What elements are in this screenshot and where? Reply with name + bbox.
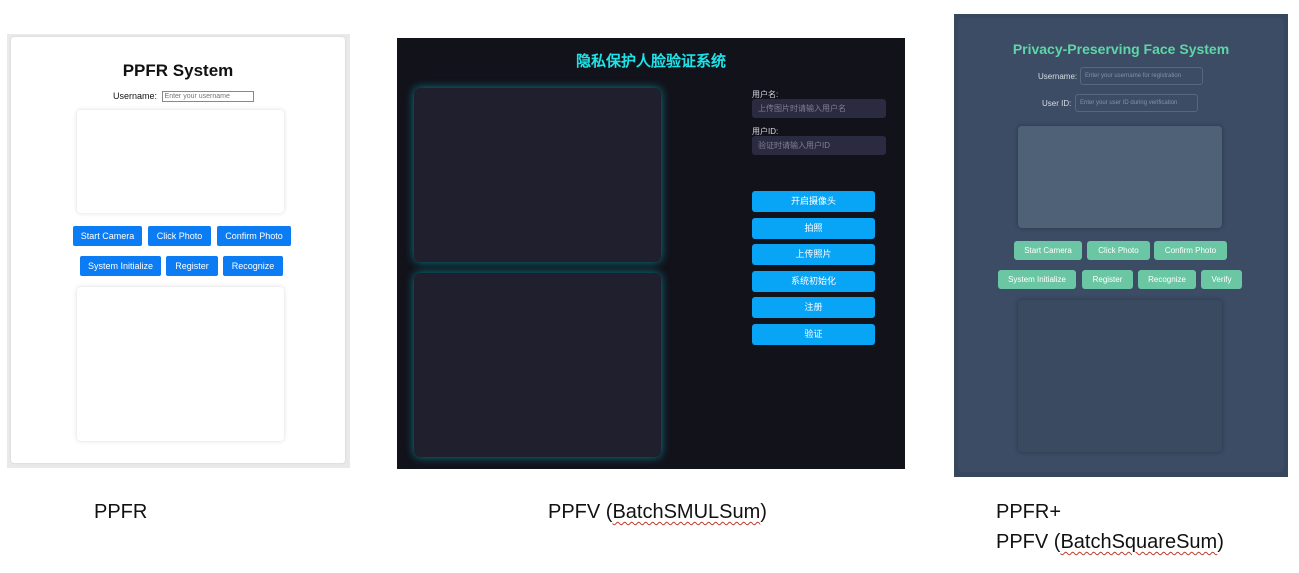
ppfr-plus-screenshot: Privacy-Preserving Face System Username:… <box>954 14 1288 477</box>
ppfv-upload-photo-button[interactable]: 上传照片 <box>752 244 875 265</box>
ppfv-open-camera-button[interactable]: 开启摄像头 <box>752 191 875 212</box>
ppfr-card: PPFR System Username: Start Camera Click… <box>11 37 345 463</box>
caption-ppfv-suffix: ) <box>760 501 767 523</box>
ppfr-recognize-button[interactable]: Recognize <box>223 256 283 276</box>
ppfr-camera-preview <box>77 110 284 213</box>
ppfr-register-button[interactable]: Register <box>166 256 218 276</box>
ppfr-screenshot: PPFR System Username: Start Camera Click… <box>7 34 350 468</box>
caption-ppfv-method: BatchSMULSum <box>612 501 761 523</box>
ppfr-username-row: Username: <box>113 91 254 103</box>
ppfr-plus-recognize-button[interactable]: Recognize <box>1138 270 1196 289</box>
caption-ppfv-squaresum-prefix: PPFV ( <box>996 531 1061 553</box>
ppfv-take-photo-button[interactable]: 拍照 <box>752 218 875 239</box>
ppfr-plus-username-input[interactable]: Enter your username for registration <box>1080 67 1203 85</box>
ppfr-plus-confirm-photo-button[interactable]: Confirm Photo <box>1154 241 1227 260</box>
ppfv-photo-preview <box>414 273 661 457</box>
ppfv-verify-button[interactable]: 验证 <box>752 324 875 345</box>
ppfr-plus-card: Privacy-Preserving Face System Username:… <box>958 18 1284 472</box>
ppfv-title: 隐私保护人脸验证系统 <box>575 53 726 70</box>
ppfr-username-input[interactable] <box>161 91 254 103</box>
ppfr-result-area <box>77 287 284 441</box>
ppfr-username-label: Username: <box>113 91 158 101</box>
caption-ppfv-squaresum-suffix: ) <box>1217 531 1224 553</box>
ppfr-click-photo-button[interactable]: Click Photo <box>148 226 211 246</box>
ppfv-username-input[interactable]: 上传图片时请输入用户名 <box>752 99 886 118</box>
ppfr-plus-start-camera-button[interactable]: Start Camera <box>1014 241 1082 260</box>
ppfr-plus-userid-label: User ID: <box>1042 99 1072 108</box>
ppfr-plus-result-area <box>1018 300 1222 452</box>
ppfr-start-camera-button[interactable]: Start Camera <box>73 226 142 246</box>
ppfr-plus-title: Privacy-Preserving Face System <box>1012 41 1230 57</box>
ppfr-plus-verify-button[interactable]: Verify <box>1201 270 1242 289</box>
ppfr-title: PPFR System <box>122 61 234 80</box>
caption-ppfr-plus: PPFR+ <box>996 501 1062 523</box>
ppfv-system-init-button[interactable]: 系统初始化 <box>752 271 875 292</box>
ppfr-system-initialize-button[interactable]: System Initialize <box>80 256 161 276</box>
caption-ppfv-prefix: PPFV ( <box>548 501 613 523</box>
ppfv-screenshot: 隐私保护人脸验证系统 用户名: 上传图片时请输入用户名 用户ID: 验证时请输入… <box>397 38 905 469</box>
ppfr-confirm-photo-button[interactable]: Confirm Photo <box>217 226 291 246</box>
caption-ppfv: PPFV (BatchSMULSum) <box>548 501 767 524</box>
ppfr-plus-username-label: Username: <box>1038 72 1078 81</box>
caption-ppfv-squaresum-method: BatchSquareSum <box>1060 531 1218 553</box>
ppfr-plus-system-initialize-button[interactable]: System Initialize <box>998 270 1076 289</box>
caption-ppfv-squaresum: PPFV (BatchSquareSum) <box>996 531 1224 554</box>
ppfr-plus-register-button[interactable]: Register <box>1082 270 1133 289</box>
ppfv-userid-input[interactable]: 验证时请输入用户ID <box>752 136 886 155</box>
ppfv-camera-preview <box>414 88 661 262</box>
ppfr-plus-camera-preview <box>1018 126 1222 228</box>
caption-ppfr: PPFR <box>94 501 148 523</box>
ppfr-plus-userid-input[interactable]: Enter your user ID during verification <box>1075 94 1198 112</box>
ppfr-plus-click-photo-button[interactable]: Click Photo <box>1087 241 1150 260</box>
ppfv-register-button[interactable]: 注册 <box>752 297 875 318</box>
